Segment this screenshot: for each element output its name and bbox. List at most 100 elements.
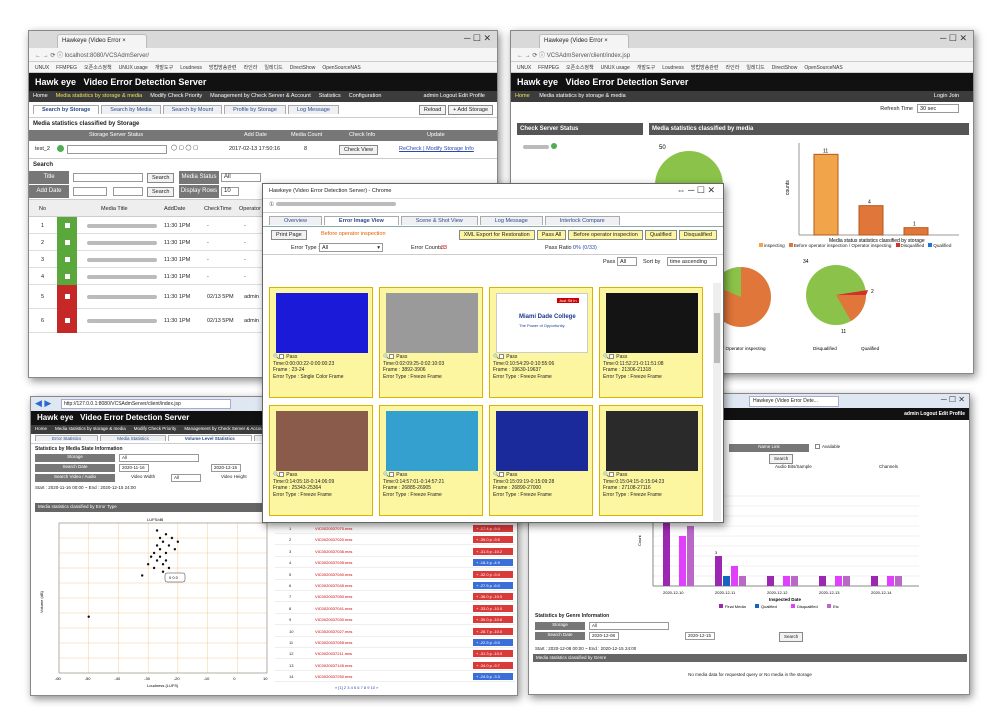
frame-thumbnail[interactable] [386,293,478,353]
account-links[interactable]: admin Logout Edit Profile [904,411,965,417]
bookmark-item[interactable]: OpenSourceNAS [804,65,842,71]
view-tab[interactable]: Error Image View [323,216,399,225]
bookmark-item[interactable]: 라인라 [244,65,258,71]
browser-tab[interactable]: Hawkeye (Video Error × [57,34,147,48]
nav-item[interactable]: Home [33,93,48,99]
sub-tab[interactable]: Search by Mount [162,105,223,114]
window-controls[interactable]: ─ ☐ ✕ [941,394,965,405]
stats-tab[interactable]: Volume Level Statistics [167,435,252,441]
bookmark-item[interactable]: UNUX [35,65,49,71]
frame-thumbnail[interactable] [496,411,588,471]
frame-thumbnail[interactable] [606,293,698,353]
row-checkbox[interactable] [65,318,70,323]
browser-tab[interactable]: Hawkeye (Video Error × [539,34,629,48]
error-card[interactable]: 🔍 Pass Time:0:00:00:22-0:00:00:23 Frame : 2… [269,287,373,398]
title-input[interactable] [73,173,143,182]
bookmark-item[interactable]: UNUX usage [119,65,148,71]
row-checkbox[interactable] [65,294,70,299]
nav-item[interactable]: Home [35,426,47,431]
frame-thumbnail[interactable] [276,293,368,353]
window-controls[interactable]: ─ ☐ ✕ [464,33,491,44]
list-item[interactable]: 8 VIC0020037041.mxs + -33.0 p -10.0 [275,603,515,614]
browser-tab[interactable]: Hawkeye (Video Error Dete... [749,396,839,407]
date-to[interactable]: 2020-12-15 [211,464,241,472]
nav-item[interactable]: Management by Check Server & Account [184,426,266,431]
error-card[interactable]: 🔍 Pass Time:0:15:09:19-0:15:09:28 Frame : 2… [489,405,593,516]
bookmark-item[interactable]: 방법방송관련 [691,65,719,71]
login-links[interactable]: Login Join [934,93,959,99]
pass-checkbox[interactable] [499,354,505,360]
list-item[interactable]: 6 VIC0020037045.mxs + -27.5 p -6.0 [275,580,515,591]
bookmark-item[interactable]: 일레디드 [746,65,764,71]
date-from-input[interactable] [73,187,107,196]
bookmark-item[interactable]: Loudness [180,65,202,71]
pass-checkbox[interactable] [389,472,395,478]
list-item[interactable]: 4 VIC0020037035.mxs + -18.4 p -4.9 [275,557,515,569]
search-button[interactable]: Search [147,173,175,183]
window-controls[interactable]: ─ ☐ ✕ [940,33,967,44]
bookmark-item[interactable]: FFMPEG [538,65,559,71]
back-forward-icons[interactable]: ◀ ▶ [35,398,51,409]
storage-select[interactable]: All [119,454,199,462]
view-tab[interactable]: Log Message [479,216,543,225]
view-tab[interactable]: Interlock Compare [544,216,620,225]
action-button[interactable]: XML Export for Restoration [458,230,535,240]
action-button[interactable]: Qualified [644,230,677,240]
date-search-button[interactable]: Search [779,632,804,642]
nav-media-stats[interactable]: Media statistics by storage & media [539,93,626,99]
frame-thumbnail[interactable] [276,411,368,471]
date-from[interactable]: 2020-12-08 [589,632,619,640]
sub-tab[interactable]: Log Message [287,105,339,114]
list-item[interactable]: 12 VIC0020037211.mxs + -31.3 p -10.0 [275,648,515,660]
list-item[interactable]: 9 VIC0020037030.mxs + -30.0 p -10.6 [275,614,515,626]
display-rows-select[interactable]: 10 [221,187,239,196]
sub-tab[interactable]: Search by Storage [33,105,100,114]
storage-select[interactable] [67,145,167,154]
list-item[interactable]: 2 VIC0020037020.mxs + -39.0 p -9.5 [275,534,515,546]
check-view-button[interactable]: Check View [339,145,378,155]
list-item[interactable]: 10 VIC0020037027.mxs + -28.7 p -10.0 [275,626,515,637]
error-card[interactable]: 🔍 Pass Time:0:14:57:01-0:14:57:21 Frame : 2… [379,405,483,516]
list-item[interactable]: 14 VIC0020037250.mxs + -24.5 p -3.3 [275,671,515,683]
view-tab[interactable]: Scene & Shot View [400,216,478,225]
bookmark-item[interactable]: 오픈소스정책 [84,65,112,71]
window-controls[interactable]: ⇔ ─ ☐ ✕ [677,185,716,196]
date-to[interactable]: 2020-12-15 [685,632,715,640]
pass-checkbox[interactable] [499,472,505,478]
bookmark-item[interactable]: 라인라 [726,65,740,71]
error-card[interactable]: 🔍 Pass Time:0:11:52:21-0:11:51:08 Frame : 2… [599,287,703,398]
stats-tab[interactable]: Error Statistics [35,435,99,441]
action-button[interactable]: Disqualified [678,230,717,240]
sub-tab[interactable]: Search by Media [101,105,161,114]
stats-tab[interactable]: Media Statistics [100,435,166,441]
address-bar[interactable]: ← → ⟳ ⓘ VCSAdmServer/client/index.jsp [511,48,973,62]
nav-item[interactable]: Media statistics by storage & media [55,426,126,431]
bookmark-item[interactable]: UNUX usage [601,65,630,71]
list-item[interactable]: 13 VIC0020037145.mxs + -34.0 p -9.7 [275,660,515,671]
date-from[interactable]: 2020-11-16 [119,464,149,472]
storage-row[interactable]: test_2 ◯ ▢ ◯ ▢ 2017-02-13 17:50:16 8 Che… [29,141,497,159]
bookmark-item[interactable]: DirectShow [772,65,798,71]
nav-item[interactable]: Modify Check Priority [150,93,202,99]
list-item[interactable]: 5 VIC0020037040.mxs + -32.0 p -9.4 [275,569,515,580]
bookmark-item[interactable]: 오픈소스정책 [566,65,594,71]
nav-item[interactable]: Media statistics by storage & media [56,93,143,99]
view-tab[interactable]: Overview [269,216,322,225]
frame-thumbnail[interactable] [606,411,698,471]
scrollbar[interactable] [713,283,721,521]
address-bar[interactable]: ← → ⟳ ⓘ localhost:8080/VCSAdmServer/ [29,48,497,62]
list-item[interactable]: 7 VIC0020037050.mxs + -36.0 p -10.0 [275,591,515,603]
list-item[interactable]: 3 VIC0020037036.mxs + -31.5 p -10.2 [275,546,515,557]
nav-item[interactable]: Modify Check Priority [134,426,177,431]
error-card[interactable]: 🔍 Pass Time:0:14:05:18-0:14:06:09 Frame : 2… [269,405,373,516]
bookmark-item[interactable]: FFMPEG [56,65,77,71]
error-card[interactable]: 🔍 Pass Time:0:02:09:25-0:02:10:03 Frame : 3… [379,287,483,398]
action-button[interactable]: Before operator inspection [568,230,643,240]
nav-item[interactable]: Configuration [349,93,382,99]
action-button[interactable]: Pass All [536,230,567,240]
date-search-button[interactable]: Search [147,187,175,197]
pass-checkbox[interactable] [609,472,615,478]
reload-button[interactable]: Reload [418,105,447,115]
update-links[interactable]: ReCheck | Modify Storage Info [399,146,474,152]
bookmark-item[interactable]: UNUX [517,65,531,71]
